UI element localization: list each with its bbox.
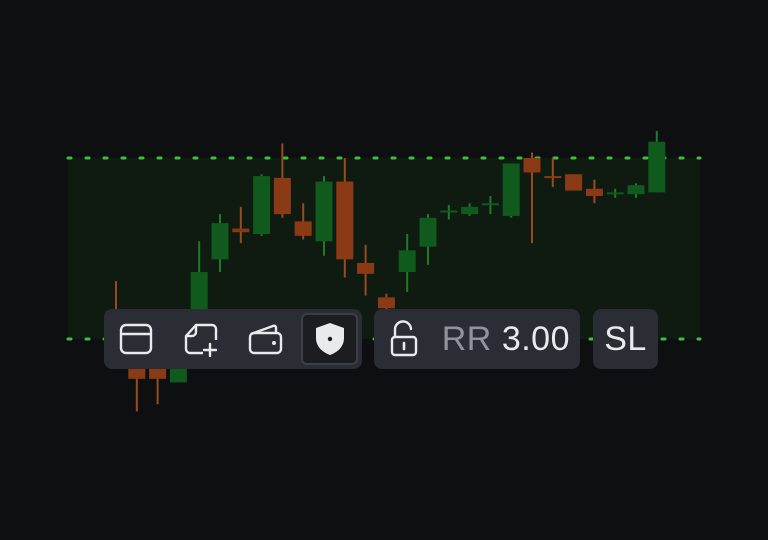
candle-body <box>585 188 603 197</box>
note-add-icon <box>184 323 217 358</box>
lock-button[interactable] <box>384 317 424 361</box>
candle-body <box>461 206 479 215</box>
candle-body <box>440 210 458 213</box>
shield-icon <box>315 323 344 355</box>
candle-body <box>336 181 354 260</box>
candle-body <box>398 250 416 273</box>
risk-reward-group: RR 3.00 <box>374 309 580 369</box>
add-note-button[interactable] <box>172 313 228 365</box>
candle-body <box>190 272 208 314</box>
candle-body <box>419 217 437 247</box>
price-chart <box>66 130 702 412</box>
candle-body <box>648 141 666 193</box>
candle-body <box>523 158 541 173</box>
wallet-button[interactable] <box>237 313 293 365</box>
candle-body <box>544 176 562 179</box>
candle-body <box>149 367 167 379</box>
shield-button[interactable] <box>301 313 358 365</box>
stop-loss-button[interactable]: SL <box>593 309 658 369</box>
candle <box>253 174 271 236</box>
candle-body <box>273 177 291 215</box>
candle <box>502 163 520 218</box>
wallet-icon <box>248 324 283 355</box>
candle-body <box>211 223 229 260</box>
panel-icon <box>120 323 153 355</box>
candle-body <box>294 221 312 236</box>
candle-body <box>253 176 271 235</box>
candle <box>648 130 666 193</box>
rr-label: RR <box>441 319 492 358</box>
panel-button[interactable] <box>108 313 164 365</box>
candle-body <box>565 174 583 191</box>
candle-body <box>357 262 375 274</box>
tool-group <box>104 309 362 369</box>
candle <box>273 143 291 218</box>
candle <box>565 174 583 191</box>
candle-body <box>315 181 333 242</box>
candle-body <box>232 228 250 233</box>
sl-label: SL <box>604 319 647 358</box>
candle-body <box>627 185 645 195</box>
candle-body <box>377 297 395 309</box>
candle-body <box>481 203 499 206</box>
candle-body <box>606 192 624 195</box>
rr-value[interactable]: 3.00 <box>502 320 570 359</box>
lock-open-icon <box>390 320 418 357</box>
candle <box>149 364 167 405</box>
candle-body <box>502 163 520 216</box>
